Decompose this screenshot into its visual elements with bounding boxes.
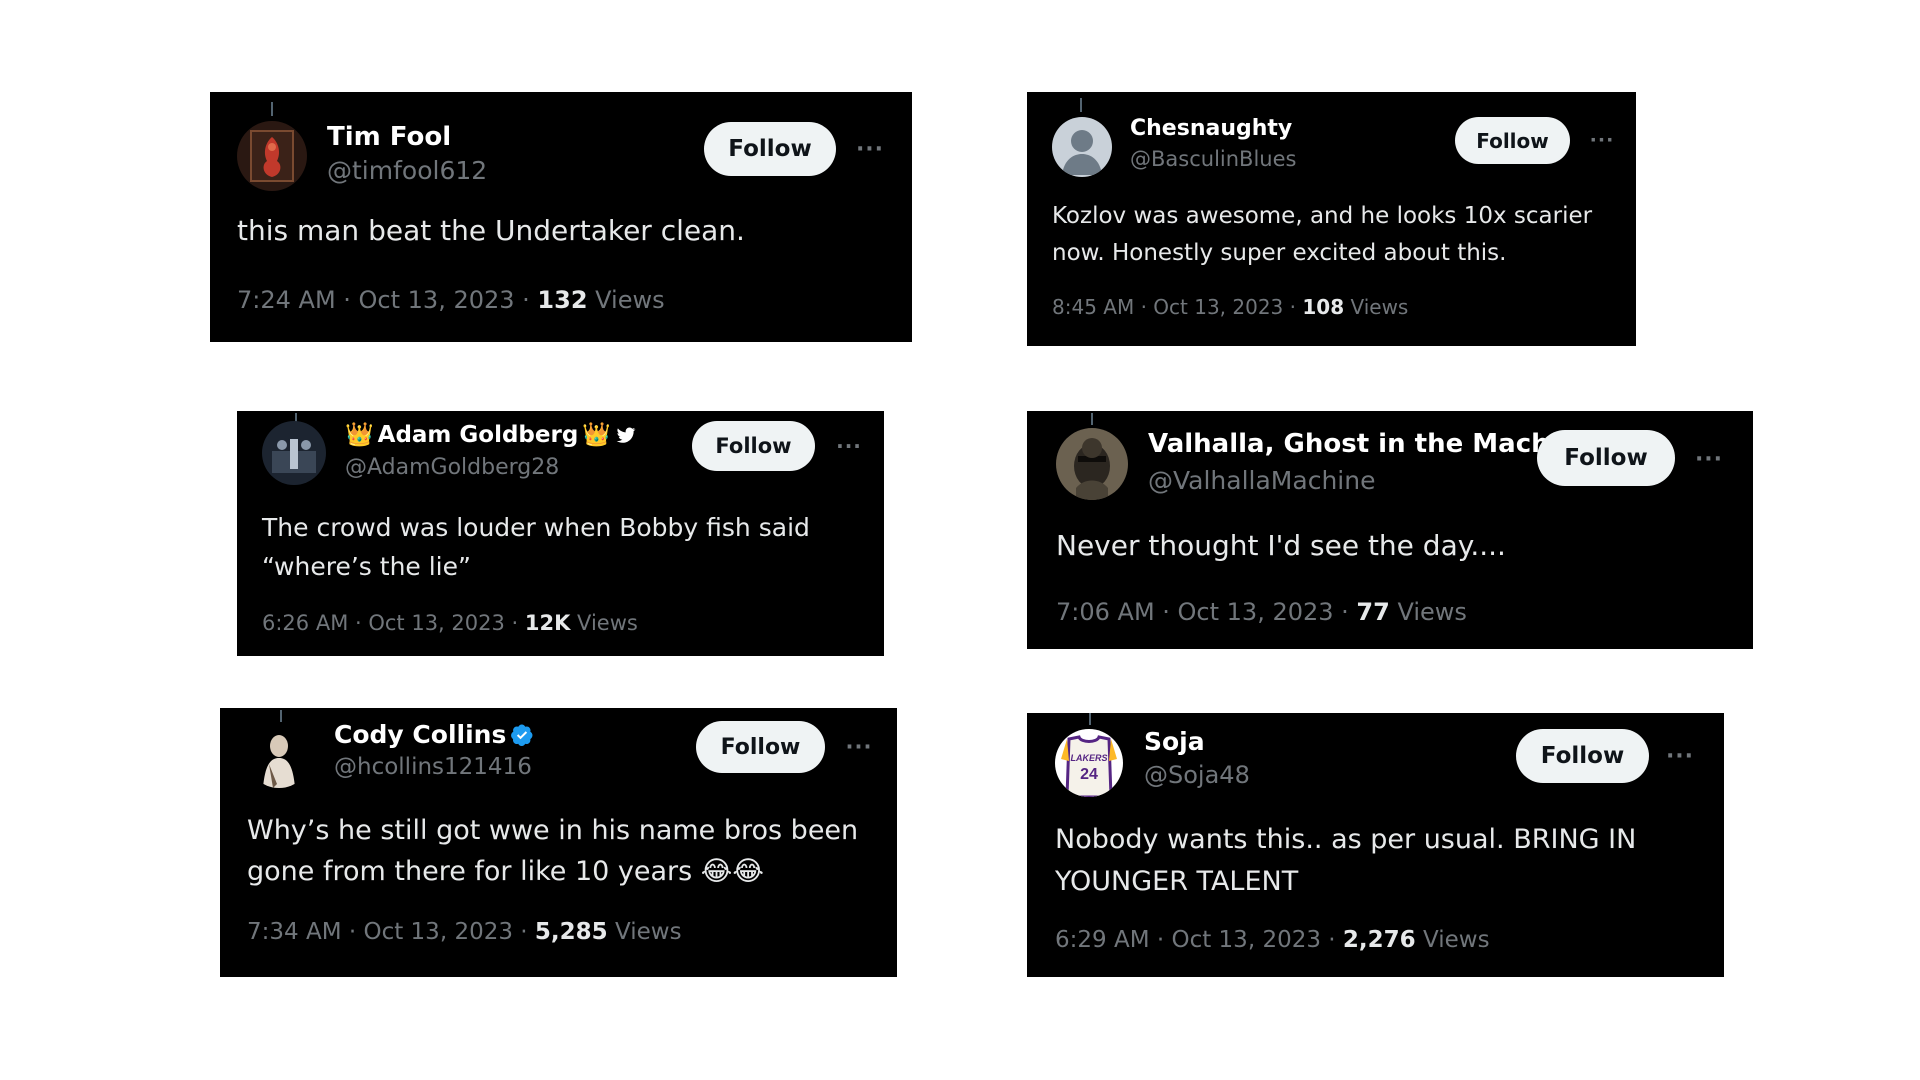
- views-label: Views: [587, 286, 665, 314]
- timestamp[interactable]: 6:26 AM · Oct 13, 2023 ·: [262, 611, 525, 635]
- follow-button[interactable]: Follow: [1455, 117, 1570, 164]
- views-label: Views: [607, 919, 682, 945]
- user-handle[interactable]: @BasculinBlues: [1130, 147, 1296, 171]
- verified-badge-icon: [510, 723, 534, 747]
- more-options-icon[interactable]: ···: [1582, 127, 1622, 153]
- timestamp[interactable]: 7:24 AM · Oct 13, 2023 ·: [237, 286, 537, 314]
- avatar-divider: [1080, 98, 1082, 112]
- more-options-icon[interactable]: ···: [1657, 741, 1703, 771]
- avatar-divider: [1091, 413, 1093, 425]
- tweet-text: Kozlov was awesome, and he looks 10x sca…: [1052, 203, 1593, 266]
- user-handle[interactable]: @hcollins121416: [334, 754, 532, 780]
- more-options-icon[interactable]: ···: [1685, 444, 1733, 474]
- display-name[interactable]: Soja: [1144, 727, 1205, 756]
- tweet-meta: 7:34 AM · Oct 13, 2023 · 5,285 Views: [247, 919, 682, 945]
- crown-icon: 👑: [582, 422, 611, 448]
- default-avatar-icon: [1052, 117, 1112, 177]
- tweet-text: Nobody wants this.. as per usual. BRING …: [1055, 824, 1637, 897]
- views-label: Views: [1415, 927, 1490, 953]
- tweet-text: The crowd was louder when Bobby fish sai…: [262, 513, 810, 581]
- views-count: 5,285: [534, 919, 608, 945]
- views-count: 12K: [524, 611, 571, 635]
- user-handle[interactable]: @ValhallaMachine: [1148, 466, 1375, 495]
- tweet-card-adamgoldberg: 👑 Adam Goldberg 👑 @AdamGoldberg28 Follow…: [237, 411, 884, 656]
- more-options-icon[interactable]: ···: [827, 433, 871, 459]
- avatar-image: [262, 421, 326, 485]
- views-label: Views: [570, 611, 638, 635]
- jersey-number-text: 24: [1080, 766, 1098, 783]
- views-label: Views: [1344, 295, 1409, 319]
- avatar[interactable]: [1052, 117, 1112, 177]
- views-label: Views: [1389, 598, 1467, 626]
- timestamp[interactable]: 7:34 AM · Oct 13, 2023 ·: [247, 919, 535, 945]
- twitter-bird-icon: [615, 424, 637, 446]
- user-handle[interactable]: @Soja48: [1144, 761, 1250, 789]
- follow-button[interactable]: Follow: [1516, 729, 1649, 783]
- timestamp[interactable]: 6:29 AM · Oct 13, 2023 ·: [1055, 927, 1343, 953]
- avatar[interactable]: [237, 121, 307, 191]
- display-name[interactable]: Tim Fool: [327, 122, 451, 152]
- avatar-image: [1056, 428, 1128, 500]
- jersey-team-text: LAKERS: [1070, 753, 1107, 763]
- tweet-meta: 6:29 AM · Oct 13, 2023 · 2,276 Views: [1055, 927, 1490, 953]
- jersey-avatar-icon: LAKERS 24: [1055, 729, 1123, 797]
- avatar[interactable]: [262, 421, 326, 485]
- tweet-card-soja: LAKERS 24 Soja @Soja48 Follow ··· Nobody…: [1027, 713, 1724, 977]
- tweet-card-timfool: Tim Fool @timfool612 Follow ··· this man…: [210, 92, 912, 342]
- tweet-card-valhalla: Valhalla, Ghost in the Mach... @Valhalla…: [1027, 411, 1753, 649]
- more-options-icon[interactable]: ···: [846, 134, 894, 164]
- more-options-icon[interactable]: ···: [837, 733, 881, 761]
- user-handle[interactable]: @timfool612: [327, 156, 487, 185]
- views-count: 132: [537, 286, 588, 314]
- display-name[interactable]: Valhalla, Ghost in the Mach...: [1148, 429, 1579, 459]
- avatar-image: [247, 724, 311, 788]
- avatar[interactable]: LAKERS 24: [1055, 729, 1123, 797]
- tweet-meta: 6:26 AM · Oct 13, 2023 · 12K Views: [262, 611, 638, 635]
- tweet-meta: 8:45 AM · Oct 13, 2023 · 108 Views: [1052, 295, 1408, 319]
- tweet-text: Never thought I'd see the day....: [1056, 529, 1506, 562]
- display-name[interactable]: Chesnaughty: [1130, 116, 1292, 141]
- tweet-card-chesnaughty: Chesnaughty @BasculinBlues Follow ··· Ko…: [1027, 92, 1636, 346]
- follow-button[interactable]: Follow: [692, 421, 815, 471]
- avatar-divider: [271, 102, 273, 116]
- avatar-divider: [280, 710, 282, 722]
- tweet-text: this man beat the Undertaker clean.: [237, 214, 745, 247]
- follow-button[interactable]: Follow: [696, 721, 825, 773]
- avatar[interactable]: [1056, 428, 1128, 500]
- avatar-divider: [1089, 713, 1091, 725]
- user-handle[interactable]: @AdamGoldberg28: [345, 455, 559, 480]
- follow-button[interactable]: Follow: [1537, 430, 1675, 486]
- tweet-meta: 7:06 AM · Oct 13, 2023 · 77 Views: [1056, 598, 1467, 626]
- views-count: 108: [1302, 295, 1345, 319]
- crown-icon: 👑: [345, 422, 374, 448]
- tweet-text: Why’s he still got wwe in his name bros …: [247, 815, 859, 887]
- views-count: 77: [1356, 598, 1390, 626]
- timestamp[interactable]: 8:45 AM · Oct 13, 2023 ·: [1052, 295, 1302, 319]
- timestamp[interactable]: 7:06 AM · Oct 13, 2023 ·: [1056, 598, 1356, 626]
- display-name[interactable]: Cody Collins: [334, 720, 506, 749]
- avatar[interactable]: [247, 724, 311, 788]
- views-count: 2,276: [1342, 927, 1416, 953]
- display-name[interactable]: Adam Goldberg: [378, 422, 579, 448]
- tweet-card-codycollins: Cody Collins @hcollins121416 Follow ··· …: [220, 708, 897, 977]
- follow-button[interactable]: Follow: [704, 122, 836, 176]
- tweet-meta: 7:24 AM · Oct 13, 2023 · 132 Views: [237, 286, 665, 314]
- avatar-image: [237, 121, 307, 191]
- tweet-collage: Tim Fool @timfool612 Follow ··· this man…: [0, 0, 1920, 1080]
